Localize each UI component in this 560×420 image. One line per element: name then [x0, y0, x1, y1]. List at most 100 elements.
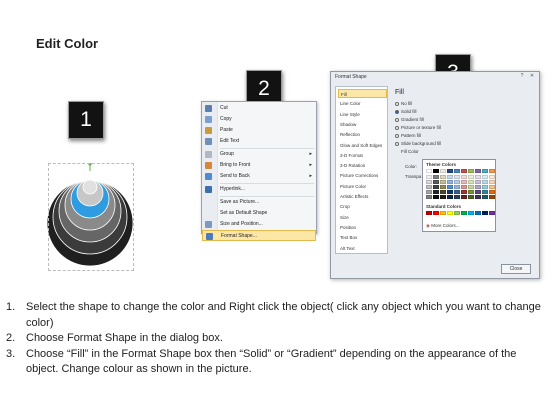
nav-item-9[interactable]: Picture Color [338, 182, 387, 191]
color-swatch[interactable] [454, 169, 460, 173]
fill-option-5[interactable]: Slide background fill [395, 140, 441, 147]
color-swatch[interactable] [475, 175, 481, 179]
color-swatch[interactable] [433, 185, 439, 189]
color-swatch[interactable] [426, 195, 432, 199]
color-swatch[interactable] [433, 175, 439, 179]
nav-item-13[interactable]: Position [338, 223, 387, 232]
nav-item-12[interactable]: Size [338, 213, 387, 222]
nav-item-4[interactable]: Reflection [338, 130, 387, 139]
color-swatch[interactable] [489, 180, 495, 184]
color-swatch[interactable] [426, 169, 432, 173]
color-swatch[interactable] [433, 190, 439, 194]
color-swatch[interactable] [482, 175, 488, 179]
help-icon[interactable]: ? [518, 73, 526, 79]
nav-item-8[interactable]: Picture Corrections [338, 171, 387, 180]
nav-item-7[interactable]: 3-D Rotation [338, 161, 387, 170]
color-swatch[interactable] [447, 190, 453, 194]
color-swatch[interactable] [468, 190, 474, 194]
color-swatch[interactable] [440, 169, 446, 173]
nav-item-0[interactable]: Fill [338, 89, 387, 98]
color-swatch[interactable] [475, 180, 481, 184]
color-swatch[interactable] [426, 175, 432, 179]
color-swatch[interactable] [426, 190, 432, 194]
color-swatch[interactable] [440, 185, 446, 189]
stacked-circles-shape[interactable] [40, 162, 140, 271]
color-swatch[interactable] [454, 190, 460, 194]
color-swatch[interactable] [454, 185, 460, 189]
color-swatch[interactable] [489, 211, 495, 215]
color-swatch[interactable] [440, 195, 446, 199]
fill-option-0[interactable]: No fill [395, 100, 412, 107]
color-swatch[interactable] [475, 211, 481, 215]
color-swatch[interactable] [447, 175, 453, 179]
nav-item-1[interactable]: Line Color [338, 99, 387, 108]
nav-item-2[interactable]: Line Style [338, 110, 387, 119]
color-swatch[interactable] [440, 211, 446, 215]
color-swatch[interactable] [433, 195, 439, 199]
menu-item-10[interactable]: Size and Position... [202, 219, 316, 230]
color-swatch[interactable] [461, 180, 467, 184]
color-swatch[interactable] [426, 185, 432, 189]
menu-item-5[interactable]: Bring to Front ▸ [202, 160, 316, 171]
nav-item-11[interactable]: Crop [338, 202, 387, 211]
close-button[interactable]: Close [501, 264, 531, 274]
color-swatch[interactable] [468, 185, 474, 189]
nav-item-10[interactable]: Artistic Effects [338, 192, 387, 201]
color-swatch[interactable] [447, 169, 453, 173]
fill-option-2[interactable]: Gradient fill [395, 116, 424, 123]
color-swatch[interactable] [482, 169, 488, 173]
color-swatch[interactable] [461, 169, 467, 173]
close-icon[interactable]: ✕ [528, 73, 536, 79]
color-swatch[interactable] [468, 211, 474, 215]
color-swatch[interactable] [482, 185, 488, 189]
color-swatch[interactable] [426, 211, 432, 215]
color-swatch[interactable] [433, 169, 439, 173]
color-swatch[interactable] [440, 190, 446, 194]
color-swatch[interactable] [475, 185, 481, 189]
color-swatch[interactable] [482, 190, 488, 194]
color-swatch[interactable] [482, 195, 488, 199]
nav-item-15[interactable]: Alt Text [338, 244, 387, 253]
nav-item-14[interactable]: Text Box [338, 233, 387, 242]
menu-item-2[interactable]: Paste [202, 125, 316, 136]
color-swatch[interactable] [454, 211, 460, 215]
fill-option-4[interactable]: Pattern fill [395, 132, 421, 139]
color-swatch[interactable] [482, 180, 488, 184]
menu-item-7[interactable]: Hyperlink... [202, 184, 316, 195]
menu-item-9[interactable]: Set as Default Shape [202, 208, 316, 219]
color-swatch[interactable] [461, 195, 467, 199]
menu-item-0[interactable]: Cut [202, 103, 316, 114]
color-swatch[interactable] [461, 211, 467, 215]
color-swatch[interactable] [468, 195, 474, 199]
color-swatch[interactable] [440, 180, 446, 184]
color-swatch[interactable] [468, 169, 474, 173]
menu-item-4[interactable]: Group ▸ [202, 149, 316, 160]
nav-item-6[interactable]: 3-D Format [338, 151, 387, 160]
color-swatch[interactable] [461, 190, 467, 194]
menu-item-1[interactable]: Copy [202, 114, 316, 125]
color-swatch[interactable] [447, 211, 453, 215]
color-swatch[interactable] [461, 185, 467, 189]
color-swatch[interactable] [489, 169, 495, 173]
color-swatch[interactable] [440, 175, 446, 179]
color-swatch[interactable] [468, 180, 474, 184]
nav-item-5[interactable]: Glow and Soft Edges [338, 141, 387, 150]
color-swatch[interactable] [489, 195, 495, 199]
color-swatch[interactable] [433, 180, 439, 184]
menu-item-3[interactable]: Edit Text [202, 136, 316, 147]
more-colors-link[interactable]: ◉ More Colors... [426, 223, 459, 229]
color-swatch[interactable] [426, 180, 432, 184]
color-swatch[interactable] [454, 175, 460, 179]
color-swatch[interactable] [454, 180, 460, 184]
color-swatch[interactable] [454, 195, 460, 199]
color-swatch[interactable] [447, 195, 453, 199]
color-swatch[interactable] [489, 175, 495, 179]
color-swatch[interactable] [475, 190, 481, 194]
fill-option-1[interactable]: Solid fill [395, 108, 417, 115]
fill-option-3[interactable]: Picture or texture fill [395, 124, 441, 131]
color-swatch[interactable] [468, 175, 474, 179]
color-swatch[interactable] [461, 175, 467, 179]
color-swatch[interactable] [489, 185, 495, 189]
color-swatch[interactable] [482, 211, 488, 215]
menu-item-6[interactable]: Send to Back ▸ [202, 171, 316, 182]
